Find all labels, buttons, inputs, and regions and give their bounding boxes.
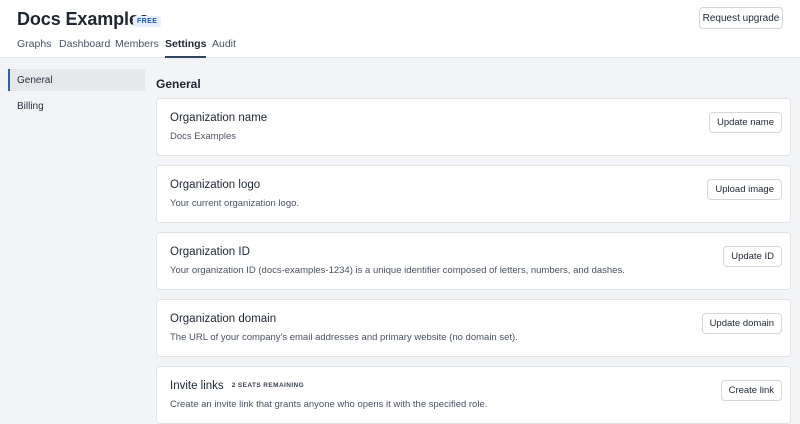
seats-remaining-badge: 2 SEATS REMAINING <box>231 382 305 389</box>
card-description: Your organization ID (docs-examples-1234… <box>170 265 625 276</box>
update-domain-button[interactable]: Update domain <box>701 313 782 334</box>
organization-logo-card: Organization logo Your current organizat… <box>156 165 791 223</box>
card-description: Your current organization logo. <box>170 198 300 209</box>
settings-sidebar: General Billing <box>0 59 146 410</box>
tab-dashboard[interactable]: Dashboard <box>59 38 110 58</box>
tab-audit[interactable]: Audit <box>212 38 236 58</box>
card-title: Organization name <box>170 112 268 124</box>
plan-badge: FREE <box>133 16 162 27</box>
tab-members[interactable]: Members <box>115 38 159 58</box>
organization-domain-card: Organization domain The URL of your comp… <box>156 299 791 357</box>
sidebar-item-billing[interactable]: Billing <box>8 95 145 117</box>
sidebar-item-general[interactable]: General <box>8 69 145 91</box>
organization-id-card: Organization ID Your organization ID (do… <box>156 232 791 290</box>
card-description: Docs Examples <box>170 131 236 142</box>
page-header: Docs Examples FREE Request upgrade Graph… <box>0 0 800 58</box>
card-title-row: Invite links 2 SEATS REMAINING <box>170 380 304 392</box>
request-upgrade-button[interactable]: Request upgrade <box>699 7 783 29</box>
update-id-button[interactable]: Update ID <box>723 246 782 267</box>
card-title: Organization domain <box>170 313 277 325</box>
settings-main: General Organization name Docs Examples … <box>156 59 800 424</box>
card-title: Organization logo <box>170 179 261 191</box>
tab-graphs[interactable]: Graphs <box>17 38 51 58</box>
card-description: The URL of your company's email addresse… <box>170 332 518 343</box>
card-title: Invite links <box>170 380 224 392</box>
organization-title: Docs Examples <box>17 9 149 29</box>
card-title: Organization ID <box>170 246 250 258</box>
upload-image-button[interactable]: Upload image <box>707 179 782 200</box>
card-description: Create an invite link that grants anyone… <box>170 399 488 410</box>
invite-links-card: Invite links 2 SEATS REMAINING Create an … <box>156 366 791 424</box>
section-title: General <box>156 77 201 91</box>
tab-settings[interactable]: Settings <box>165 38 207 58</box>
create-link-button[interactable]: Create link <box>720 380 782 401</box>
organization-name-card: Organization name Docs Examples Update n… <box>156 98 791 156</box>
update-name-button[interactable]: Update name <box>708 112 782 133</box>
